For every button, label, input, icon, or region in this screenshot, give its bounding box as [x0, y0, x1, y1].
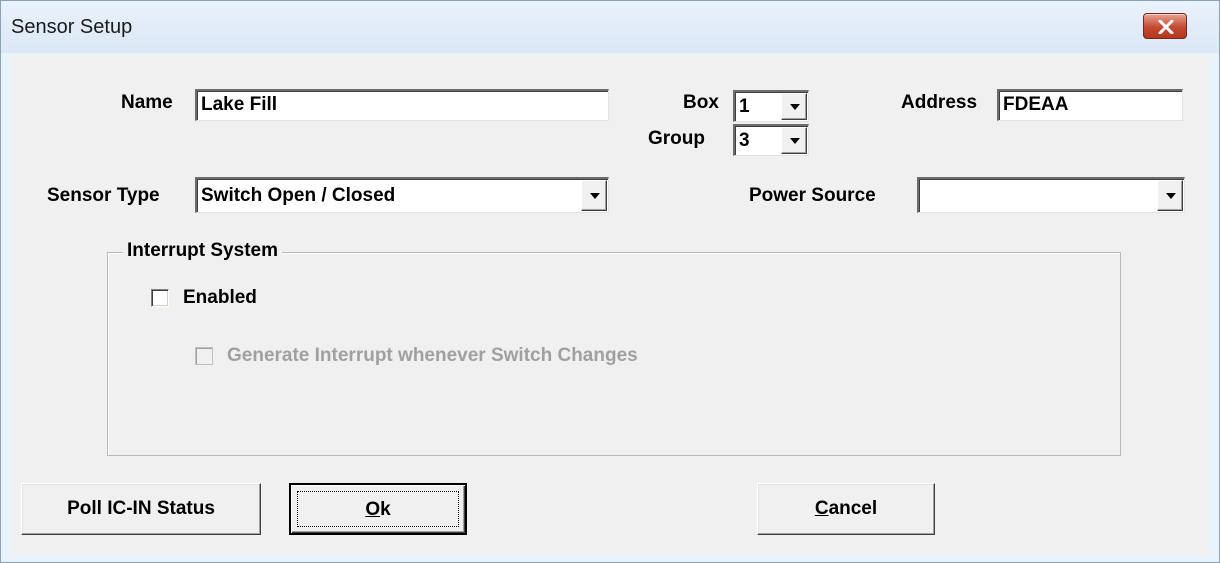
generate-interrupt-checkbox[interactable] [195, 347, 213, 365]
sensor-type-value: Switch Open / Closed [201, 185, 396, 206]
group-label: Group [648, 128, 705, 149]
ok-label-rest: k [380, 499, 391, 520]
address-label: Address [901, 92, 978, 113]
name-input[interactable]: Lake Fill [195, 89, 609, 121]
sensor-type-label: Sensor Type [47, 185, 160, 206]
power-source-label: Power Source [749, 185, 876, 206]
ok-mnemonic: O [365, 499, 381, 520]
sensor-type-dropdown-arrow-icon[interactable] [581, 180, 607, 211]
enabled-checkbox[interactable] [151, 289, 169, 307]
sensor-type-select[interactable]: Switch Open / Closed [195, 177, 609, 213]
name-label: Name [121, 92, 173, 113]
poll-button-label: Poll IC-IN Status [67, 498, 215, 519]
group-select[interactable]: 3 [733, 124, 809, 156]
cancel-button[interactable]: Cancel [757, 483, 935, 535]
box-value: 1 [739, 96, 750, 117]
poll-ic-in-status-button[interactable]: Poll IC-IN Status [21, 483, 261, 535]
title-bar[interactable]: Sensor Setup [1, 1, 1219, 53]
interrupt-system-label: Interrupt System [123, 240, 282, 262]
ok-button[interactable]: Ok [289, 483, 467, 535]
sensor-setup-dialog: Sensor Setup Name Lake Fill Box 1 Group … [0, 0, 1220, 563]
close-button[interactable] [1143, 13, 1187, 39]
enabled-label[interactable]: Enabled [183, 287, 257, 309]
power-source-select[interactable] [917, 177, 1185, 213]
group-dropdown-arrow-icon[interactable] [781, 127, 807, 154]
close-icon [1158, 20, 1174, 34]
group-value: 3 [739, 130, 750, 151]
cancel-label-rest: ancel [828, 498, 878, 519]
power-source-dropdown-arrow-icon[interactable] [1157, 180, 1183, 211]
box-dropdown-arrow-icon[interactable] [781, 93, 807, 120]
generate-interrupt-label: Generate Interrupt whenever Switch Chang… [227, 345, 638, 366]
box-select[interactable]: 1 [733, 90, 809, 122]
cancel-mnemonic: C [814, 498, 829, 519]
address-input[interactable]: FDEAA [997, 89, 1183, 121]
dialog-body: Name Lake Fill Box 1 Group 3 Address FDE… [11, 55, 1209, 555]
box-label: Box [683, 92, 719, 113]
window-title: Sensor Setup [11, 16, 133, 38]
